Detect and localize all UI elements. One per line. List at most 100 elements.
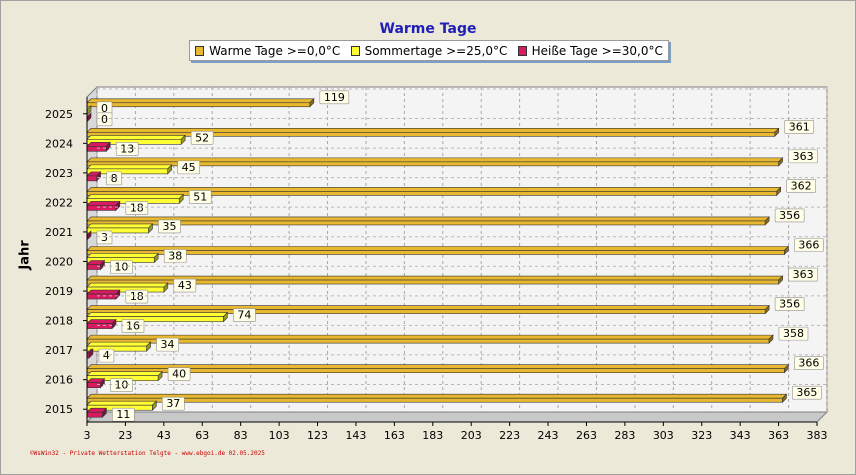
y-tick-label: 2019: [45, 285, 73, 298]
bar-top: [86, 364, 790, 369]
bar: [86, 397, 783, 403]
x-tick-label: 3: [84, 429, 91, 442]
data-label: 38: [168, 250, 182, 263]
bar-top: [86, 312, 229, 317]
data-label: 119: [324, 91, 345, 104]
bar: [86, 338, 770, 344]
data-label: 45: [182, 161, 196, 174]
bar-top: [86, 371, 163, 376]
x-tick-label: 263: [576, 429, 597, 442]
x-tick-label: 63: [195, 429, 209, 442]
data-label: 18: [130, 290, 144, 303]
bar: [86, 264, 101, 270]
plot-floor: [85, 411, 829, 423]
bar-top: [86, 164, 173, 170]
y-tick-label: 2016: [45, 374, 73, 387]
bar: [86, 102, 311, 108]
bar-top: [86, 341, 152, 347]
bar-top: [86, 201, 121, 206]
data-label: 363: [793, 150, 814, 163]
bar-top: [86, 223, 154, 229]
bar: [86, 293, 117, 300]
data-label: 366: [798, 239, 819, 252]
data-label: 40: [172, 368, 186, 381]
footer-credit: ©WsWin32 - Private Wetterstation Telgte …: [30, 450, 265, 457]
x-tick-label: 103: [269, 429, 290, 442]
x-tick-label: 163: [384, 429, 405, 442]
y-tick-label: 2020: [45, 256, 73, 269]
bar-top: [86, 98, 315, 104]
data-label: 35: [162, 220, 176, 233]
x-tick-label: 43: [157, 429, 171, 442]
data-label: 0: [101, 113, 108, 126]
bar-top: [86, 282, 169, 288]
bar: [86, 250, 785, 255]
x-tick-label: 23: [118, 429, 132, 442]
data-label: 356: [779, 209, 800, 222]
bar-top: [86, 289, 121, 295]
data-label: 4: [103, 349, 110, 362]
bar-top: [86, 194, 184, 199]
x-tick-label: 203: [461, 429, 482, 442]
data-label: 18: [130, 201, 144, 214]
bar: [86, 175, 97, 182]
bar: [86, 382, 101, 388]
data-label: 37: [166, 397, 180, 410]
x-tick-label: 363: [768, 429, 789, 442]
x-tick-label: 343: [730, 429, 751, 442]
bar: [86, 205, 117, 211]
data-label: 51: [193, 190, 207, 203]
data-label: 365: [796, 386, 817, 399]
data-label: 74: [237, 309, 251, 322]
x-tick-label: 243: [538, 429, 559, 442]
bar-top: [86, 246, 790, 251]
data-label: 10: [114, 379, 128, 392]
bar: [86, 132, 776, 137]
y-tick-label: 2023: [45, 167, 73, 180]
x-tick-label: 283: [614, 429, 635, 442]
bar-top: [86, 305, 770, 310]
bar-top: [86, 334, 774, 340]
x-tick-label: 83: [234, 429, 248, 442]
x-tick-label: 143: [345, 429, 366, 442]
data-label: 358: [783, 327, 804, 340]
x-tick-label: 123: [307, 429, 328, 442]
y-tick-label: 2018: [45, 315, 73, 328]
bar: [86, 146, 107, 152]
x-tick-label: 303: [653, 429, 674, 442]
y-tick-label: 2025: [45, 108, 73, 121]
bar-top: [86, 135, 186, 140]
data-label: 10: [114, 261, 128, 274]
data-label: 366: [798, 357, 819, 370]
data-label: 8: [111, 172, 118, 185]
bar: [86, 227, 149, 234]
y-tick-label: 2017: [45, 344, 73, 357]
y-tick-label: 2015: [45, 403, 73, 416]
data-label: 3: [101, 231, 108, 244]
data-label: 16: [126, 320, 140, 333]
data-label: 34: [161, 338, 175, 351]
bar-top: [86, 253, 159, 258]
y-tick-label: 2021: [45, 226, 73, 239]
y-tick-label: 2024: [45, 137, 73, 150]
data-label: 13: [120, 142, 134, 155]
bar-top: [86, 128, 780, 133]
data-label: 43: [178, 279, 192, 292]
bar-chart: 3 23 43 63 83 103 123 143 163 183 203 223 243 263 283 3…: [45, 85, 829, 442]
bar: [86, 220, 766, 226]
bar: [86, 323, 113, 329]
data-label: 52: [195, 131, 209, 144]
bar: [86, 368, 785, 373]
bar: [86, 345, 147, 352]
x-tick-label: 323: [691, 429, 712, 442]
y-tick-label: 2022: [45, 196, 73, 209]
data-label: 11: [116, 408, 130, 421]
x-tick-label: 383: [807, 429, 828, 442]
x-tick-label: 223: [499, 429, 520, 442]
data-label: 361: [789, 120, 810, 133]
x-tick-label: 183: [422, 429, 443, 442]
bar-top: [86, 400, 158, 406]
bar-top: [86, 216, 770, 222]
bar-top: [86, 319, 117, 324]
data-label: 362: [791, 179, 812, 192]
